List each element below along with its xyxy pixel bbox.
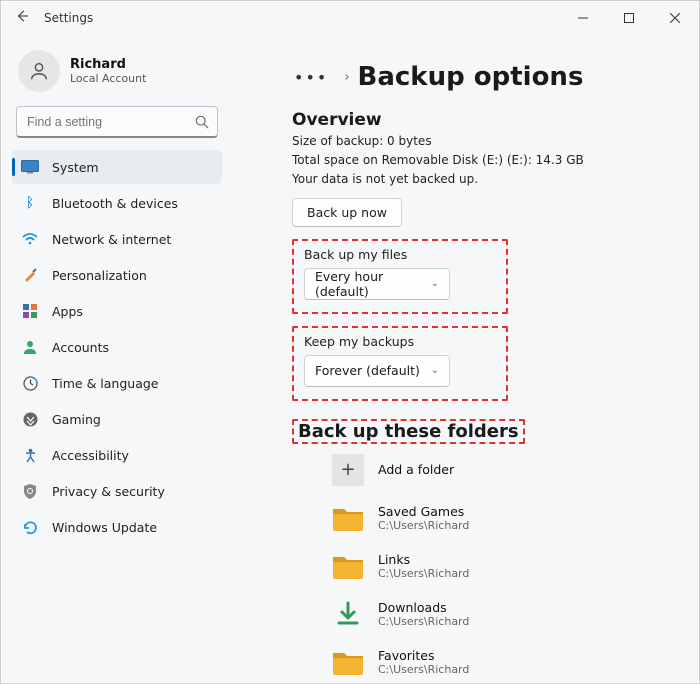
folder-list: + Add a folder Saved Games C:\Users\Rich… — [292, 454, 678, 682]
sidebar-item-label: Bluetooth & devices — [52, 196, 178, 211]
overview-heading: Overview — [292, 110, 678, 130]
overview-section: Overview Size of backup: 0 bytes Total s… — [292, 110, 678, 227]
folders-section-title: Back up these folders — [298, 421, 519, 442]
folder-name: Downloads — [378, 600, 469, 615]
sidebar-item-time[interactable]: Time & language — [12, 366, 222, 400]
download-icon — [332, 598, 364, 630]
gaming-icon — [20, 409, 40, 429]
update-icon — [20, 517, 40, 537]
sidebar-item-label: Windows Update — [52, 520, 157, 535]
sidebar-item-network[interactable]: Network & internet — [12, 222, 222, 256]
chevron-down-icon: ⌄ — [431, 365, 439, 376]
breadcrumb-ellipsis[interactable]: ••• — [286, 68, 336, 87]
folder-item-links[interactable]: Links C:\Users\Richard — [332, 550, 678, 582]
bluetooth-icon: ᛒ — [20, 193, 40, 213]
folder-name: Saved Games — [378, 504, 469, 519]
highlight-folders-title: Back up these folders — [292, 419, 525, 444]
sidebar-item-label: Accounts — [52, 340, 109, 355]
wifi-icon — [20, 229, 40, 249]
keep-backups-value: Forever (default) — [315, 363, 420, 378]
folder-name: Links — [378, 552, 469, 567]
backup-now-button[interactable]: Back up now — [292, 198, 402, 227]
folder-item-saved-games[interactable]: Saved Games C:\Users\Richard — [332, 502, 678, 534]
person-icon — [20, 337, 40, 357]
nav: System ᛒ Bluetooth & devices Network & i… — [12, 150, 222, 544]
sidebar-item-label: Apps — [52, 304, 83, 319]
folder-path: C:\Users\Richard — [378, 615, 469, 628]
sidebar-item-personalization[interactable]: Personalization — [12, 258, 222, 292]
folder-name: Favorites — [378, 648, 469, 663]
sidebar-item-label: System — [52, 160, 99, 175]
folder-item-favorites[interactable]: Favorites C:\Users\Richard — [332, 646, 678, 678]
sidebar-item-accessibility[interactable]: Accessibility — [12, 438, 222, 472]
window-title: Settings — [44, 11, 93, 25]
backup-frequency-label: Back up my files — [304, 247, 450, 262]
total-space-line: Total space on Removable Disk (E:) (E:):… — [292, 151, 678, 170]
backup-size-line: Size of backup: 0 bytes — [292, 132, 678, 151]
folder-path: C:\Users\Richard — [378, 567, 469, 580]
back-button[interactable] — [8, 9, 36, 27]
breadcrumb: ••• › Backup options — [286, 62, 678, 92]
add-folder-label: Add a folder — [378, 462, 454, 477]
search-icon — [195, 114, 209, 133]
add-folder-button[interactable]: + Add a folder — [332, 454, 678, 486]
sidebar-item-update[interactable]: Windows Update — [12, 510, 222, 544]
backup-frequency-dropdown[interactable]: Every hour (default) ⌄ — [304, 268, 450, 300]
sidebar-item-label: Personalization — [52, 268, 147, 283]
sidebar-item-apps[interactable]: Apps — [12, 294, 222, 328]
keep-backups-label: Keep my backups — [304, 334, 450, 349]
sidebar-item-privacy[interactable]: Privacy & security — [12, 474, 222, 508]
page-title: Backup options — [358, 62, 584, 92]
highlight-keep-backups: Keep my backups Forever (default) ⌄ — [292, 326, 508, 401]
sidebar-item-label: Time & language — [52, 376, 158, 391]
sidebar-item-bluetooth[interactable]: ᛒ Bluetooth & devices — [12, 186, 222, 220]
titlebar: Settings — [2, 2, 698, 34]
minimize-button[interactable] — [560, 2, 606, 34]
highlight-backup-frequency: Back up my files Every hour (default) ⌄ — [292, 239, 508, 314]
accessibility-icon — [20, 445, 40, 465]
folder-path: C:\Users\Richard — [378, 519, 469, 532]
brush-icon — [20, 265, 40, 285]
close-button[interactable] — [652, 2, 698, 34]
search-input[interactable] — [16, 106, 218, 138]
sidebar-item-system[interactable]: System — [12, 150, 222, 184]
user-name: Richard — [70, 57, 146, 72]
search-box[interactable] — [16, 106, 218, 138]
user-block[interactable]: Richard Local Account — [12, 42, 222, 106]
apps-icon — [20, 301, 40, 321]
folder-item-downloads[interactable]: Downloads C:\Users\Richard — [332, 598, 678, 630]
backup-frequency-value: Every hour (default) — [315, 269, 431, 299]
sidebar-item-accounts[interactable]: Accounts — [12, 330, 222, 364]
main: ••• › Backup options Overview Size of ba… — [232, 34, 698, 682]
sidebar-item-label: Network & internet — [52, 232, 171, 247]
folder-path: C:\Users\Richard — [378, 663, 469, 676]
monitor-icon — [20, 157, 40, 177]
folder-icon — [332, 502, 364, 534]
shield-icon — [20, 481, 40, 501]
keep-backups-dropdown[interactable]: Forever (default) ⌄ — [304, 355, 450, 387]
clock-icon — [20, 373, 40, 393]
user-subtitle: Local Account — [70, 72, 146, 85]
plus-icon: + — [332, 454, 364, 486]
sidebar-item-label: Accessibility — [52, 448, 129, 463]
sidebar-item-label: Privacy & security — [52, 484, 165, 499]
chevron-down-icon: ⌄ — [431, 278, 439, 289]
sidebar-item-label: Gaming — [52, 412, 101, 427]
maximize-button[interactable] — [606, 2, 652, 34]
sidebar: Richard Local Account System ᛒ Bluetooth… — [2, 34, 232, 682]
avatar — [18, 50, 60, 92]
chevron-right-icon: › — [344, 70, 349, 85]
folder-icon — [332, 646, 364, 678]
folder-icon — [332, 550, 364, 582]
sidebar-item-gaming[interactable]: Gaming — [12, 402, 222, 436]
backup-status-line: Your data is not yet backed up. — [292, 170, 678, 189]
